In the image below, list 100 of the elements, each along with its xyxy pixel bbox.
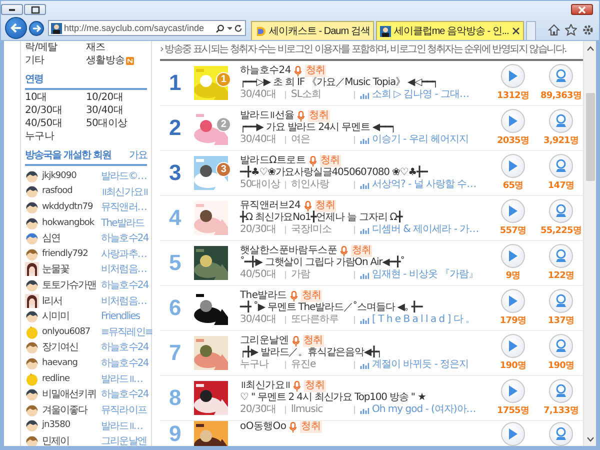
station-tagline: ┍━━▶ 가요 발라드 24시 무멘트 ◀━━┑ (240, 122, 397, 134)
equalizer-icon (360, 316, 369, 324)
station-tagline: ˚━╋▶ 그햇살이 그립다 가람On Air◀━╋˚ (240, 257, 406, 269)
genre-link[interactable]: 락/메탈 (25, 42, 58, 54)
member-name[interactable]: 비밀애선키퀴 (42, 387, 98, 402)
genre-link[interactable]: 재즈 (86, 42, 106, 54)
age-link[interactable]: 10대 (25, 92, 86, 104)
genre-link[interactable]: 생활방송 (86, 55, 125, 67)
scroll-up-icon[interactable] (586, 46, 594, 50)
member-name[interactable]: redline (42, 374, 98, 384)
age-link[interactable]: 40/50대 (25, 118, 86, 130)
back-arrow-icon (10, 22, 22, 34)
play-button[interactable] (501, 64, 525, 88)
station-title[interactable]: The발라드 (240, 290, 287, 302)
play-button[interactable] (501, 334, 525, 358)
listen-label: 청취 (304, 380, 326, 392)
station-title[interactable]: 발라드Ω트로트 (240, 155, 306, 167)
search-icon[interactable] (216, 24, 225, 32)
genre-link[interactable]: 기타 (25, 55, 44, 67)
close-icon[interactable] (512, 27, 520, 35)
listener-count: 65명 (502, 180, 524, 192)
refresh-icon[interactable] (234, 24, 244, 32)
age-link[interactable]: 50대이상 (86, 118, 147, 130)
close-button[interactable] (571, 4, 593, 15)
member-name[interactable]: rasfood (42, 186, 98, 196)
member-name[interactable]: jn3580 (42, 420, 98, 430)
member-name[interactable]: jkjk9090 (42, 170, 98, 181)
listen-label: 청취 (304, 65, 326, 77)
history-button[interactable] (549, 288, 573, 312)
play-button[interactable] (501, 378, 525, 402)
member-name[interactable]: haevang (42, 358, 98, 368)
member-name[interactable]: l리서 (42, 294, 98, 308)
total-count: 3,921명 (543, 134, 579, 146)
play-button[interactable] (501, 154, 525, 178)
maximize-icon (29, 4, 41, 14)
scrollbar[interactable] (583, 41, 596, 446)
history-button[interactable] (549, 378, 573, 402)
play-button[interactable] (501, 288, 525, 312)
member-name[interactable]: 민제이 (42, 434, 98, 446)
maximize-button[interactable] (24, 4, 46, 15)
station-title[interactable]: 하늘호수24 (240, 65, 291, 77)
station-title[interactable]: 그리운날엔 (240, 335, 289, 347)
microphone-icon (297, 110, 306, 122)
history-button[interactable] (549, 64, 573, 88)
station-title[interactable]: oO동행Oo (240, 421, 286, 433)
station-title[interactable]: 뮤직앤러브24 (240, 200, 301, 212)
play-button[interactable] (501, 198, 525, 222)
play-button[interactable] (501, 244, 525, 268)
rank-number: 7 (168, 340, 182, 366)
age-group: 50대이상 (240, 179, 280, 191)
star-icon[interactable] (565, 24, 577, 36)
minimize-button[interactable] (1, 4, 23, 15)
age-group: 30/40대 (240, 314, 280, 326)
site-icon (380, 26, 391, 36)
equalizer-icon (360, 272, 369, 278)
settings-icon[interactable] (582, 24, 594, 36)
microphone-icon (289, 422, 298, 432)
member-name[interactable]: wkddydtn79 (42, 202, 98, 212)
history-button[interactable] (549, 154, 573, 178)
station-tagline: ♡ " 무멘트 2 4시 최신가요 Top100 방송 " ★ (240, 392, 427, 404)
member-name[interactable]: 토토가슈가맨 (42, 278, 98, 292)
back-button[interactable] (5, 17, 27, 39)
home-icon[interactable] (548, 24, 560, 36)
browser-tab[interactable]: 세이캐스트 - Daum 검색 (251, 21, 374, 40)
member-name[interactable]: onlyou6087 (42, 326, 98, 337)
play-button[interactable] (501, 422, 525, 446)
member-name[interactable]: hokwangbok (42, 218, 98, 228)
station-title[interactable]: 발라드॥선율 (240, 110, 294, 122)
age-link[interactable]: 10/20대 (86, 92, 147, 104)
play-button[interactable] (501, 108, 525, 132)
member-name[interactable]: 심연 (42, 231, 98, 246)
history-button[interactable] (549, 198, 573, 222)
member-name[interactable]: 겨울이좋다 (42, 402, 98, 417)
forward-button[interactable] (29, 21, 44, 36)
station-title[interactable]: ॥최신가요॥ (240, 380, 290, 392)
member-name[interactable]: 장기여신 (42, 340, 98, 354)
history-button[interactable] (549, 422, 573, 446)
address-bar[interactable]: http://me.sayclub.com/saycast/inde (48, 20, 246, 36)
scroll-thumb[interactable] (586, 93, 594, 181)
age-link[interactable]: 30/40대 (86, 105, 147, 117)
medal-badge: 2 (216, 117, 231, 132)
member-name[interactable]: 시미미 (42, 309, 98, 324)
station-title[interactable]: 햇살한스푼바람두스푼 (240, 245, 338, 257)
medal-badge: 3 (216, 162, 231, 177)
history-button[interactable] (549, 108, 573, 132)
age-link[interactable]: 20/30대 (25, 105, 86, 117)
browser-tab[interactable]: 세이클럽me 음악방송 - 인... (376, 21, 524, 40)
member-name[interactable]: friendly792 (42, 248, 98, 259)
member-name[interactable]: 눈물꽃 (42, 262, 98, 276)
site-icon (255, 26, 266, 36)
avatar-icon (25, 372, 39, 386)
genre-filter-link[interactable]: 가요 (129, 148, 147, 162)
listen-label: 청취 (300, 290, 322, 302)
history-button[interactable] (549, 244, 573, 268)
listener-count: 557명 (500, 224, 526, 236)
scroll-down-icon[interactable] (586, 436, 594, 442)
rank-number: 5 (168, 250, 182, 276)
site-icon (51, 22, 62, 34)
history-button[interactable] (549, 334, 573, 358)
age-link[interactable]: 누구나 (25, 131, 86, 143)
